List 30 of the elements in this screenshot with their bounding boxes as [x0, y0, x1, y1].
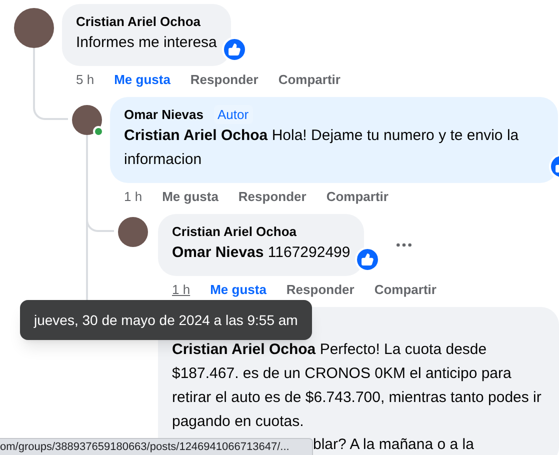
status-bar-url: om/groups/388937659180663/posts/1246941066713647/... [0, 438, 313, 455]
avatar[interactable] [14, 8, 54, 48]
reply-link[interactable]: Responder [190, 70, 258, 90]
share-link[interactable]: Compartir [374, 280, 436, 300]
comment-text: Cristian Ariel Ochoa Hola! Dejame tu numero y te envio la informacion [124, 126, 520, 170]
like-link[interactable]: Me gusta [162, 187, 218, 207]
reply-link[interactable]: Responder [286, 280, 354, 300]
comment-text: blar? A la mañana o a la [313, 436, 475, 454]
thread-line [33, 48, 35, 97]
avatar[interactable] [118, 217, 148, 247]
share-link[interactable]: Compartir [278, 70, 340, 90]
like-reaction-icon[interactable] [222, 37, 247, 62]
like-reaction-icon[interactable] [355, 247, 380, 272]
like-link[interactable]: Me gusta [114, 70, 170, 90]
author-name[interactable]: Cristian Ariel Ochoa [172, 222, 296, 241]
reply-link[interactable]: Responder [238, 187, 306, 207]
comment-text: Omar Nievas 1167292499 [172, 243, 350, 263]
author-name[interactable]: Cristian Ariel Ochoa [76, 12, 200, 31]
like-link[interactable]: Me gusta [210, 280, 266, 300]
timestamp-link[interactable]: 1 h [172, 280, 190, 300]
share-link[interactable]: Compartir [326, 187, 388, 207]
timestamp-link[interactable]: 1 h [124, 187, 142, 207]
comment-text: Informes me interesa [76, 33, 217, 53]
thread-connector-line [33, 97, 68, 120]
author-badge: Autor [214, 105, 253, 124]
timestamp-link[interactable]: 5 h [76, 70, 94, 90]
date-tooltip: jueves, 30 de mayo de 2024 a las 9:55 am [20, 300, 312, 340]
comment-text: Cristian Ariel Ochoa Perfecto! La cuota desde $187.467. es de un CRONOS 0KM el anticipo para retirar el auto es de $6.743.700, mientras tanto podes ir pagando en cuotas. [172, 340, 542, 432]
avatar[interactable] [72, 105, 102, 135]
author-name[interactable]: Omar Nievas [124, 105, 204, 124]
